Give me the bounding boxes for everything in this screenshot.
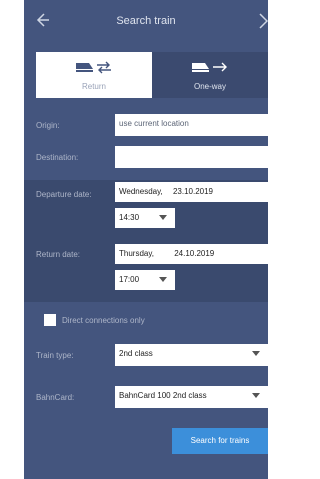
chevron-down-icon bbox=[252, 351, 260, 356]
chevron-down-icon bbox=[252, 393, 260, 398]
departure-date-field[interactable]: Wednesday, 23.10.2019 bbox=[115, 182, 268, 202]
return-date: 24.10.2019 bbox=[174, 249, 215, 258]
bahncard-value: BahnCard 100 2nd class bbox=[119, 391, 207, 400]
tab-return-label: Return bbox=[81, 82, 106, 91]
bahncard-select[interactable]: BahnCard 100 2nd class bbox=[115, 386, 268, 408]
train-type-select[interactable]: 2nd class bbox=[115, 344, 268, 366]
train-type-row: Train type: 2nd class bbox=[36, 344, 268, 366]
return-time-select[interactable]: 17:00 bbox=[115, 270, 175, 290]
origin-row: Origin: use current location bbox=[36, 114, 268, 136]
departure-time-select[interactable]: 14:30 bbox=[115, 208, 175, 228]
destination-label: Destination: bbox=[36, 153, 79, 162]
return-time: 17:00 bbox=[119, 275, 140, 284]
search-for-trains-button[interactable]: Search for trains bbox=[172, 428, 268, 454]
origin-field[interactable]: use current location bbox=[115, 114, 268, 136]
direct-connections-label: Direct connections only bbox=[62, 316, 145, 325]
chevron-right-icon[interactable] bbox=[258, 12, 268, 30]
origin-label: Origin: bbox=[36, 121, 60, 130]
bahncard-label: BahnCard: bbox=[36, 393, 75, 402]
destination-row: Destination: bbox=[36, 146, 268, 168]
departure-time: 14:30 bbox=[119, 213, 140, 222]
chevron-down-icon bbox=[159, 215, 167, 220]
train-type-value: 2nd class bbox=[119, 349, 153, 358]
chevron-down-icon bbox=[159, 277, 167, 282]
departure-date: 23.10.2019 bbox=[172, 187, 214, 196]
date-panel: Departure date: Wednesday, 23.10.2019 14… bbox=[24, 180, 268, 302]
direct-connections-checkbox[interactable] bbox=[44, 314, 56, 326]
train-return-icon bbox=[76, 61, 111, 74]
top-bar: Search train bbox=[24, 0, 268, 44]
tab-one-way[interactable]: One-way bbox=[152, 52, 268, 98]
destination-field[interactable] bbox=[115, 146, 268, 168]
train-type-label: Train type: bbox=[36, 351, 74, 360]
trip-type-tabs: Return One-way bbox=[36, 52, 268, 98]
train-one-way-icon bbox=[192, 62, 227, 72]
return-label: Return date: bbox=[36, 250, 81, 259]
bahncard-row: BahnCard: BahnCard 100 2nd class bbox=[36, 386, 268, 408]
return-date-field[interactable]: Thursday, 24.10.2019 bbox=[115, 244, 268, 264]
tab-return[interactable]: Return bbox=[36, 52, 152, 98]
tab-one-way-label: One-way bbox=[193, 82, 226, 91]
app-screen: Search train Return One-way Origin: use … bbox=[24, 0, 268, 479]
departure-day: Wednesday, bbox=[119, 187, 163, 196]
direct-connections-row: Direct connections only bbox=[36, 312, 268, 328]
departure-label: Departure date: bbox=[36, 190, 92, 199]
page-title: Search train bbox=[116, 15, 176, 27]
return-day: Thursday, bbox=[119, 249, 154, 258]
